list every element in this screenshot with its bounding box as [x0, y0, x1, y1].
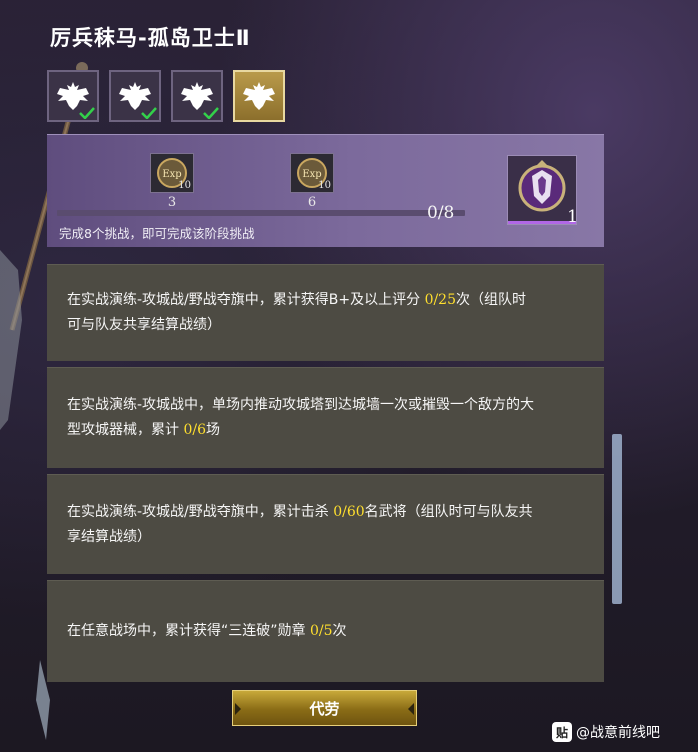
- challenge-list: 在实战演练-攻城战/野战夺旗中，累计获得B+及以上评分 0/25次（组队时可与队…: [47, 264, 604, 688]
- reward-quantity: 10: [178, 180, 191, 191]
- delegate-button[interactable]: 代劳: [232, 690, 417, 726]
- final-reward-quantity: 1: [567, 207, 578, 227]
- watermark: 贴 @战意前线吧: [552, 722, 660, 742]
- arrow-left-icon: [235, 703, 241, 715]
- check-icon: [79, 107, 95, 119]
- challenge-item[interactable]: 在任意战场中，累计获得“三连破”勋章 0/5次: [47, 580, 604, 682]
- challenge-progress: 0/6: [183, 422, 206, 438]
- tieba-logo-icon: 贴: [552, 722, 572, 742]
- challenge-item[interactable]: 在实战演练-攻城战/野战夺旗中，累计获得B+及以上评分 0/25次（组队时可与队…: [47, 264, 604, 361]
- challenge-text: 在实战演练-攻城战/野战夺旗中，累计获得B+及以上评分: [67, 292, 425, 308]
- final-reward-bar: [508, 221, 576, 224]
- stage-emblem-2[interactable]: [109, 70, 161, 122]
- reward-item-1[interactable]: Exp 10 3: [150, 153, 194, 210]
- reward-threshold: 6: [307, 195, 317, 210]
- challenge-text-end: 次: [332, 623, 347, 639]
- challenge-text: 在任意战场中，累计获得“三连破”勋章: [67, 623, 310, 639]
- check-icon: [141, 107, 157, 119]
- svg-text:Exp: Exp: [302, 169, 321, 180]
- challenge-progress-count: 0/8: [427, 203, 455, 223]
- shield-badge-icon: [518, 160, 566, 212]
- reward-panel: Exp 10 3 Exp 10 6 0/8 完成8个挑战，即可完成该阶段挑战 1: [47, 134, 604, 247]
- scrollbar[interactable]: [612, 434, 622, 604]
- stage-emblems: [47, 70, 285, 122]
- eagle-emblem-icon: [243, 82, 275, 110]
- challenge-progress: 0/60: [333, 503, 365, 520]
- svg-text:Exp: Exp: [162, 169, 181, 180]
- arrow-right-icon: [408, 703, 414, 715]
- challenge-progress: 0/25: [424, 292, 457, 308]
- reward-threshold: 3: [167, 195, 177, 210]
- final-reward[interactable]: 1: [507, 155, 578, 227]
- watermark-text: @战意前线吧: [576, 725, 660, 741]
- stage-emblem-3[interactable]: [171, 70, 223, 122]
- reward-item-2[interactable]: Exp 10 6: [290, 153, 334, 210]
- challenge-item[interactable]: 在实战演练-攻城战中，单场内推动攻城塔到达城墙一次或摧毁一个敌方的大型攻城器械，…: [47, 367, 604, 468]
- challenge-text: 在实战演练-攻城战/野战夺旗中，累计击杀: [67, 503, 334, 520]
- stage-description: 完成8个挑战，即可完成该阶段挑战: [59, 226, 255, 241]
- challenge-text: 在实战演练-攻城战中，单场内推动攻城塔到达城墙一次或摧毁一个敌方的大型攻城器械，…: [67, 397, 535, 438]
- reward-quantity: 10: [318, 180, 331, 191]
- page-title: 厉兵秣马-孤岛卫士Ⅱ: [50, 26, 251, 50]
- stage-emblem-4[interactable]: [233, 70, 285, 122]
- challenge-item[interactable]: 在实战演练-攻城战/野战夺旗中，累计击杀 0/60名武将（组队时可与队友共享结算…: [47, 474, 604, 574]
- challenge-text-end: 场: [205, 422, 220, 438]
- challenge-progress: 0/5: [309, 623, 333, 639]
- challenge-progress-bar: [57, 210, 465, 216]
- delegate-button-label: 代劳: [309, 699, 340, 718]
- check-icon: [203, 107, 219, 119]
- stage-emblem-1[interactable]: [47, 70, 99, 122]
